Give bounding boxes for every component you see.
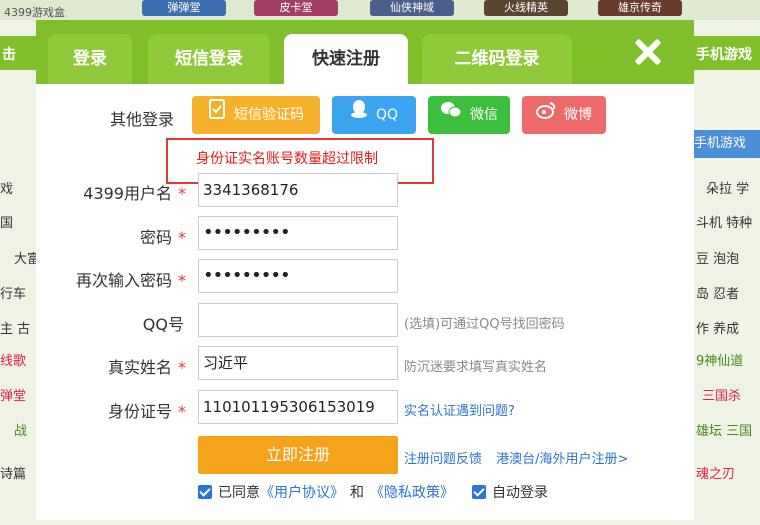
tab-qrcode-login[interactable]: 二维码登录 (422, 34, 572, 84)
error-message: 身份证实名账号数量超过限制 (196, 151, 378, 167)
weibo-icon (536, 96, 556, 134)
username-input[interactable]: 3341368176 (198, 173, 398, 207)
register-modal: 登录 短信登录 快速注册 二维码登录 其他登录 短信验证码 QQ 微信 微博 身… (36, 20, 694, 520)
sms-code-label: 短信验证码 (234, 107, 304, 123)
tab-sms-login[interactable]: 短信登录 (148, 34, 270, 84)
qq-hint: (选填)可通过QQ号找回密码 (404, 317, 565, 332)
wechat-icon (440, 96, 462, 134)
bg-mobile-games-tab[interactable]: 手机游戏 (690, 130, 760, 158)
qq-login-button[interactable]: QQ (332, 96, 416, 134)
password-label: 密码 * (139, 228, 186, 247)
bg-right-item[interactable]: 9神仙道 (696, 350, 743, 369)
and-text: 和 (350, 485, 364, 501)
id-verify-help-link[interactable]: 实名认证遇到问题? (404, 400, 515, 419)
bg-right-item[interactable]: 雄坛 三国 (696, 420, 752, 439)
required-star: * (178, 228, 186, 247)
privacy-policy-link[interactable]: 《隐私政策》 (370, 482, 454, 502)
other-login-label: 其他登录 (109, 110, 174, 129)
agree-prefix: 已同意 (218, 485, 260, 501)
bg-left-item[interactable]: 主 古 (0, 318, 30, 337)
bg-right-item[interactable]: 三国杀 (702, 385, 741, 404)
register-submit-button[interactable]: 立即注册 (198, 436, 398, 474)
required-star: * (178, 184, 186, 203)
auto-login-label: 自动登录 (492, 485, 548, 501)
game-thumb[interactable]: 仙侠神域 (370, 0, 454, 16)
game-thumb[interactable]: 弹弹堂 (142, 0, 226, 16)
game-thumb[interactable]: 火线精英 (484, 0, 568, 16)
wechat-label: 微信 (470, 107, 498, 123)
agree-checkbox[interactable] (198, 485, 212, 499)
bg-right-item[interactable]: 豆 泡泡 (696, 248, 739, 267)
password-confirm-label: 再次输入密码 * (75, 271, 186, 290)
real-name-input[interactable]: 习近平 (198, 346, 398, 380)
bg-right-item[interactable]: 斗机 特种 (696, 212, 752, 231)
qq-penguin-icon (350, 96, 368, 134)
qq-label: QQ (375, 107, 399, 123)
username-label: 4399用户名 * (83, 184, 186, 203)
tab-login[interactable]: 登录 (48, 34, 132, 84)
site-label: 4399游戏盒 (4, 6, 65, 19)
bg-left-item[interactable]: 国 (0, 212, 13, 231)
bg-left-item[interactable]: 诗篇 (0, 463, 26, 482)
bg-right-item[interactable]: 魂之刃 (696, 463, 735, 482)
wechat-login-button[interactable]: 微信 (428, 96, 510, 134)
register-links: 注册问题反馈 港澳台/海外用户注册> (404, 448, 638, 467)
bg-left-item[interactable]: 线歌 (0, 350, 26, 369)
weibo-label: 微博 (564, 107, 592, 123)
tab-quick-register[interactable]: 快速注册 (284, 34, 408, 84)
sms-code-button[interactable]: 短信验证码 (192, 96, 320, 134)
password-input[interactable]: ••••••••• (198, 216, 398, 250)
bg-left-item[interactable]: 戏 (0, 178, 13, 197)
bg-left-item[interactable]: 行车 (0, 283, 26, 302)
user-agreement-link[interactable]: 《用户协议》 (260, 482, 344, 502)
required-star: * (178, 358, 186, 377)
bg-nav-left[interactable]: 击 (2, 44, 16, 64)
close-icon[interactable] (630, 34, 666, 70)
id-number-label: 身份证号 * (107, 402, 186, 421)
phone-check-icon (208, 96, 226, 134)
real-name-hint: 防沉迷要求填写真实姓名 (404, 360, 548, 375)
auto-login-checkbox[interactable] (472, 485, 486, 499)
overseas-register-link[interactable]: 港澳台/海外用户注册> (496, 452, 628, 467)
password-confirm-input[interactable]: ••••••••• (198, 259, 398, 293)
modal-header: 登录 短信登录 快速注册 二维码登录 (36, 20, 694, 84)
game-thumb[interactable]: 雄京传奇 (598, 0, 682, 16)
qq-number-label: QQ号 (142, 315, 184, 334)
bg-left-item[interactable]: 战 (14, 420, 27, 439)
bg-right-item[interactable]: 作 养成 (696, 318, 739, 337)
id-number-input[interactable]: 110101195306153019 (198, 390, 398, 424)
bg-right-item[interactable]: 岛 忍者 (696, 283, 739, 302)
qq-number-input[interactable] (198, 303, 398, 337)
required-star: * (178, 402, 186, 421)
agreement-row: 已同意 《用户协议》 和 《隐私政策》 自动登录 (198, 482, 548, 502)
bg-nav-right[interactable]: 手机游戏 (696, 44, 752, 64)
real-name-label: 真实姓名 * (107, 358, 186, 377)
bg-right-item[interactable]: 朵拉 学 (706, 178, 749, 197)
game-thumb[interactable]: 皮卡堂 (254, 0, 338, 16)
register-feedback-link[interactable]: 注册问题反馈 (404, 452, 482, 467)
required-star: * (178, 271, 186, 290)
weibo-login-button[interactable]: 微博 (522, 96, 606, 134)
bg-left-item[interactable]: 弹堂 (0, 385, 26, 404)
